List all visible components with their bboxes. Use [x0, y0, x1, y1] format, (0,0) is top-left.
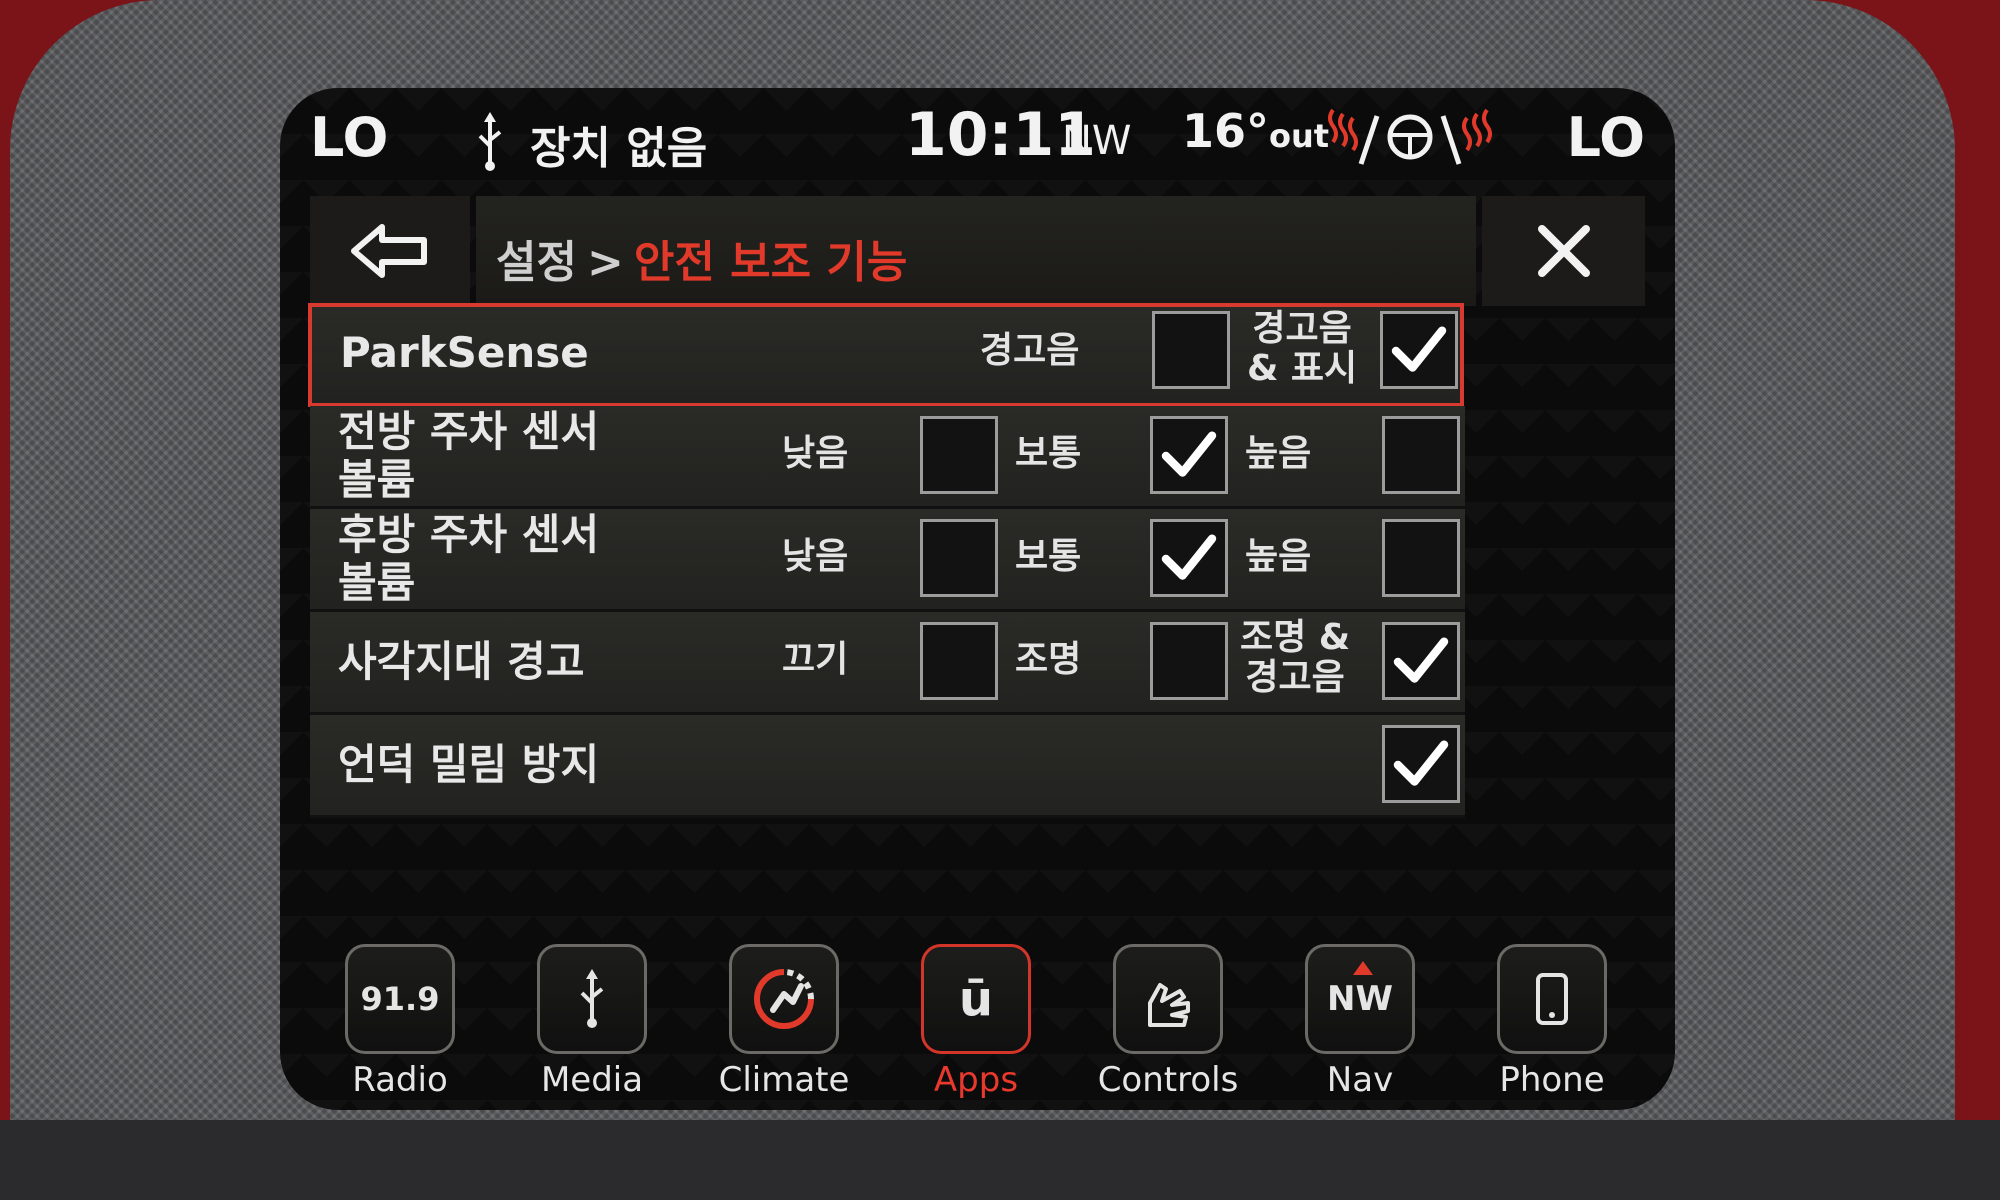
compass-heading: NW [1062, 118, 1132, 164]
nav-climate-label: Climate [718, 1060, 850, 1100]
rear-volume-high-label: 높음 [1245, 536, 1312, 577]
checkmark-icon [1161, 431, 1217, 477]
checkmark-icon [1391, 326, 1447, 372]
phone-icon [1497, 944, 1607, 1054]
parksense-label: ParkSense [340, 328, 589, 377]
nav-navigation[interactable]: NW Nav [1265, 938, 1435, 1108]
nav-phone-label: Phone [1499, 1060, 1605, 1100]
nav-apps-label: Apps [933, 1060, 1019, 1100]
breadcrumb-separator: > [586, 237, 624, 288]
back-arrow-icon [351, 224, 427, 278]
heated-seats-steering-icon[interactable] [1325, 102, 1495, 172]
parksense-option-tone-display-label: 경고음 & 표시 [1247, 308, 1358, 389]
bottom-nav: 91.9 Radio Media Climate ū Apps Controls… [280, 938, 1675, 1108]
nav-radio[interactable]: 91.9 Radio [305, 938, 475, 1108]
rear-volume-normal-label: 보통 [1015, 536, 1082, 577]
passenger-temp[interactable]: LO [1567, 106, 1645, 169]
blind-spot-light-tone-checkbox[interactable] [1382, 622, 1460, 700]
front-volume-normal-checkbox[interactable] [1150, 416, 1228, 494]
parksense-tone-checkbox[interactable] [1152, 311, 1230, 389]
rear-volume-high-checkbox[interactable] [1382, 519, 1460, 597]
nav-navigation-label: Nav [1326, 1060, 1394, 1100]
checkmark-icon [1393, 637, 1449, 683]
blind-spot-off-checkbox[interactable] [920, 622, 998, 700]
nav-media-label: Media [540, 1060, 644, 1100]
blind-spot-light-checkbox[interactable] [1150, 622, 1228, 700]
front-volume-low-checkbox[interactable] [920, 416, 998, 494]
rear-volume-normal-checkbox[interactable] [1150, 519, 1228, 597]
row-rear-sensor-volume: 후방 주차 센서 볼륨 낮음 보통 높음 [310, 509, 1465, 612]
infotainment-screen: LO 장치 없음 10:11 NW 16°out LO 설정 > 안전 보조 기… [280, 88, 1675, 1110]
controls-hand-icon [1113, 944, 1223, 1054]
nav-controls[interactable]: Controls [1073, 938, 1243, 1108]
parksense-option-tone-label: 경고음 [980, 330, 1080, 371]
usb-icon [478, 112, 502, 171]
front-volume-high-label: 높음 [1245, 433, 1312, 474]
row-front-sensor-volume: 전방 주차 센서 볼륨 낮음 보통 높음 [310, 406, 1465, 509]
back-button[interactable] [310, 196, 470, 306]
status-bar: LO 장치 없음 10:11 NW 16°out LO [280, 88, 1675, 188]
front-volume-high-checkbox[interactable] [1382, 416, 1460, 494]
blind-spot-light-tone-label: 조명 & 경고음 [1240, 617, 1351, 698]
nav-apps[interactable]: ū Apps [881, 938, 1051, 1108]
front-volume-normal-label: 보통 [1015, 433, 1082, 474]
dashboard-trim [0, 1120, 2000, 1200]
rear-volume-low-checkbox[interactable] [920, 519, 998, 597]
climate-fan-icon [729, 944, 839, 1054]
parksense-tone-display-checkbox[interactable] [1380, 311, 1458, 389]
row-hill-start-assist: 언덕 밀림 방지 [310, 715, 1465, 818]
close-icon [1537, 225, 1590, 277]
page-title: 안전 보조 기능 [633, 237, 908, 288]
media-device-status: 장치 없음 [530, 123, 708, 174]
radio-icon: 91.9 [345, 944, 455, 1054]
rear-sensor-volume-label: 후방 주차 센서 볼륨 [338, 510, 600, 607]
front-volume-low-label: 낮음 [782, 433, 849, 474]
breadcrumb-parent[interactable]: 설정 [496, 237, 577, 288]
rear-volume-low-label: 낮음 [782, 536, 849, 577]
row-blind-spot-warning: 사각지대 경고 끄기 조명 조명 & 경고음 [310, 612, 1465, 715]
nav-phone[interactable]: Phone [1457, 938, 1627, 1108]
compass-icon: NW [1305, 944, 1415, 1054]
close-button[interactable] [1482, 196, 1645, 306]
nav-climate[interactable]: Climate [689, 938, 859, 1108]
nav-controls-label: Controls [1097, 1060, 1239, 1100]
breadcrumb: 설정 > 안전 보조 기능 [476, 196, 1476, 306]
apps-icon: ū [921, 944, 1031, 1054]
hill-start-assist-label: 언덕 밀림 방지 [338, 740, 600, 789]
nav-media[interactable]: Media [497, 938, 667, 1108]
blind-spot-warning-label: 사각지대 경고 [338, 637, 585, 686]
settings-header: 설정 > 안전 보조 기능 [310, 196, 1645, 306]
driver-temp[interactable]: LO [310, 106, 388, 169]
checkmark-icon [1161, 534, 1217, 580]
blind-spot-light-label: 조명 [1015, 639, 1082, 680]
checkmark-icon [1393, 740, 1449, 786]
blind-spot-off-label: 끄기 [782, 639, 849, 680]
row-parksense: ParkSense 경고음 경고음 & 표시 [308, 303, 1464, 407]
hill-start-assist-checkbox[interactable] [1382, 725, 1460, 803]
front-sensor-volume-label: 전방 주차 센서 볼륨 [338, 407, 600, 504]
outside-temperature: 16°out [1182, 104, 1330, 158]
nav-radio-label: Radio [352, 1060, 448, 1100]
usb-icon [537, 944, 647, 1054]
